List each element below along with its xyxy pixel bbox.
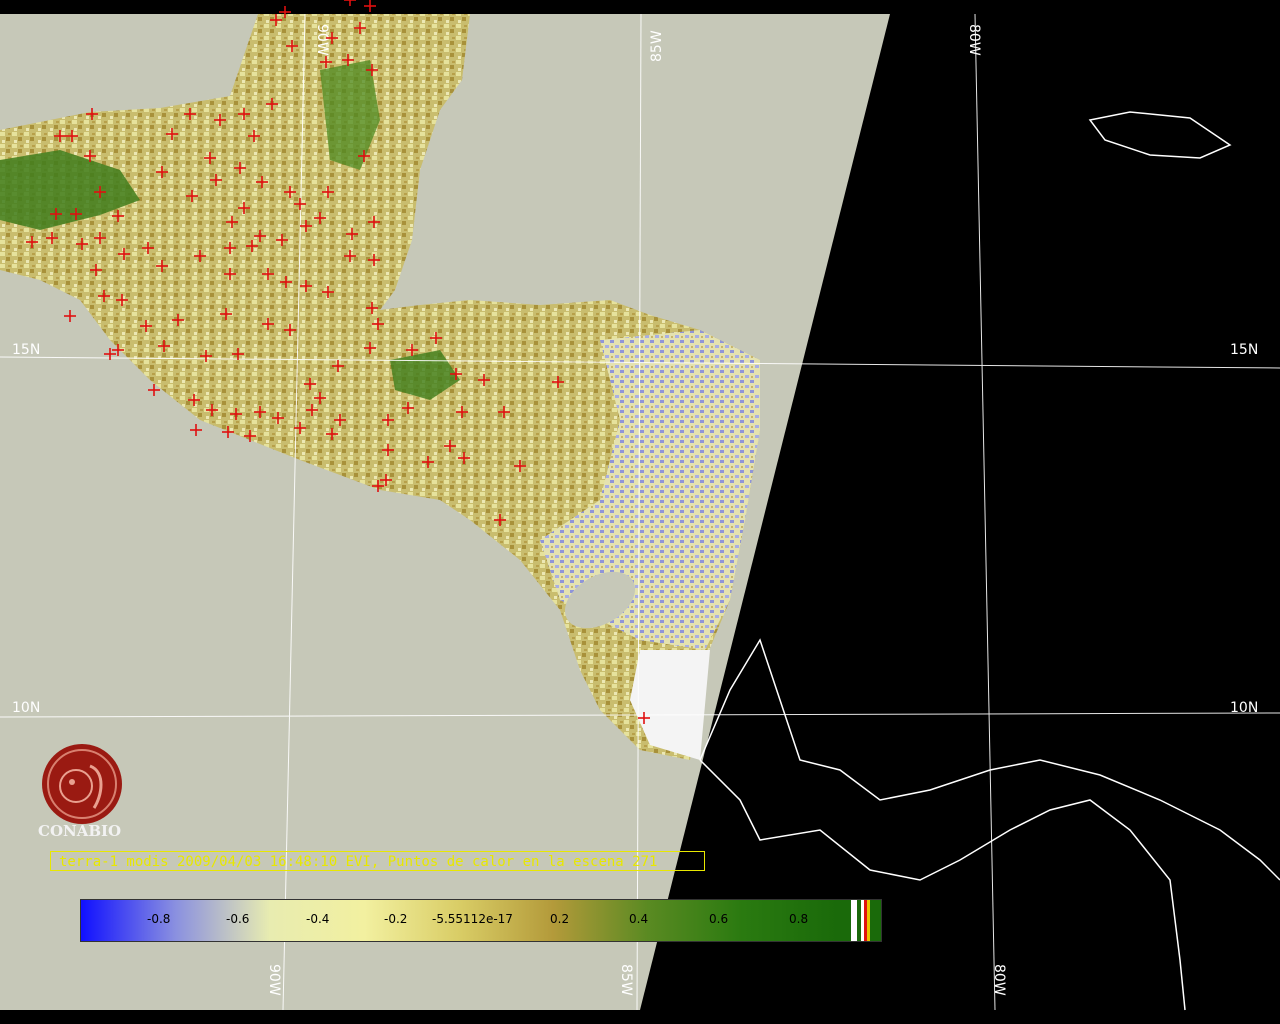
colorbar-tail (837, 900, 881, 941)
colorbar-tick-label: 0.2 (550, 912, 570, 926)
label-90w-top: 90W (314, 24, 330, 56)
label-15n-right: 15N (1230, 342, 1258, 358)
colorbar-tick-label: 0.8 (789, 912, 809, 926)
colorbar-tick-label: -5.55112e-17 (432, 912, 513, 926)
label-15n-left: 15N (12, 342, 40, 358)
label-80w-top: 80W (966, 24, 982, 56)
colorbar-tick-label: 0.4 (629, 912, 649, 926)
label-85w-top: 85W (649, 30, 665, 62)
satellite-map-view: 15N 15N 10N 10N 85W 80W 90W 90W 85W 80W … (0, 0, 1280, 1024)
colorbar-tick-label: -0.6 (226, 912, 250, 926)
colorbar-tick-label: -0.8 (147, 912, 171, 926)
label-80w-bottom: 80W (991, 964, 1007, 996)
label-10n-right: 10N (1230, 700, 1258, 716)
colorbar-tick-label: 0.6 (709, 912, 729, 926)
scene-caption: terra-1 modis 2009/04/03 16:48:10 EVI, P… (50, 851, 705, 871)
evi-colorbar: -0.8 -0.6 -0.4 -0.2 -5.55112e-17 0.2 0.4 0.6 0.8 (80, 899, 882, 942)
label-10n-left: 10N (12, 700, 40, 716)
colorbar-tick-label: -0.2 (384, 912, 408, 926)
colorbar-tick-label: -0.4 (306, 912, 330, 926)
label-90w-bottom: 90W (266, 964, 282, 996)
label-85w-bottom: 85W (618, 964, 634, 996)
conabio-logo-text: CONABIO (38, 822, 122, 840)
